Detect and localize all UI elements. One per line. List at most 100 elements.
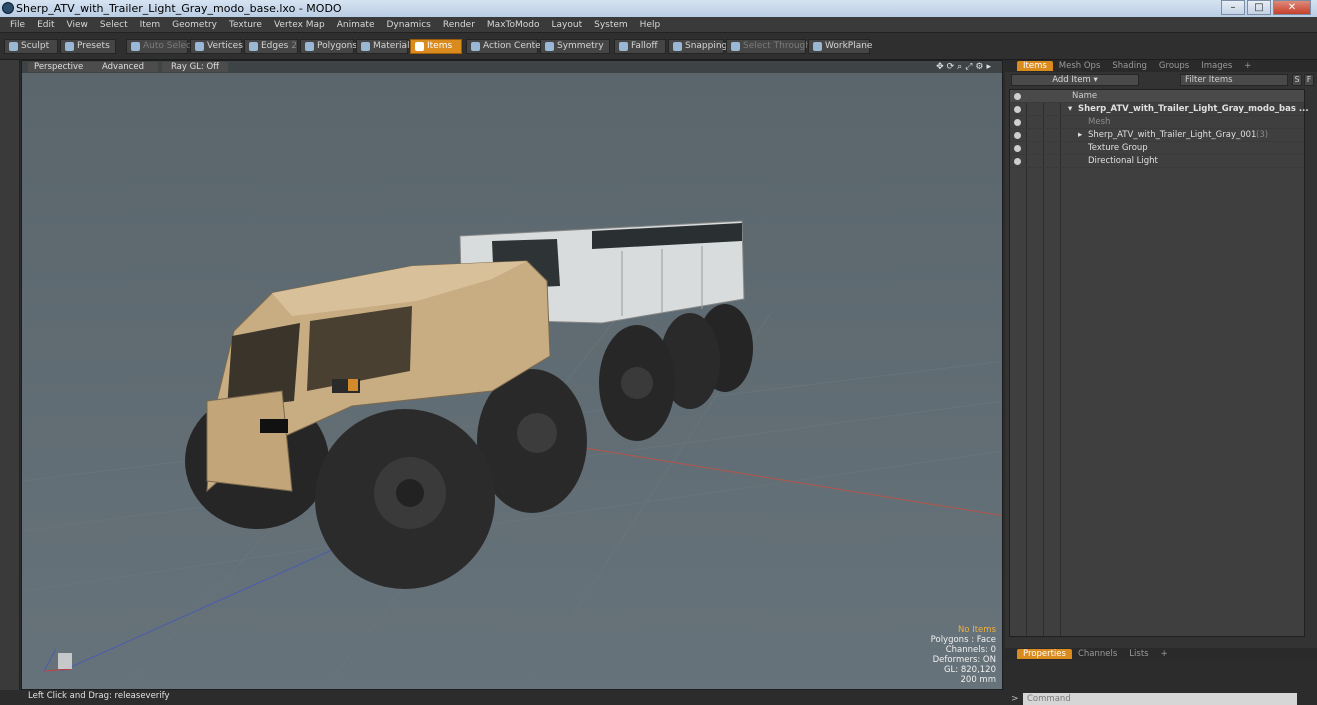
tree-row-texture-group[interactable]: Texture Group bbox=[1010, 142, 1304, 155]
tree-row-scene[interactable]: ▾ Sherp_ATV_with_Trailer_Light_Gray_modo… bbox=[1010, 103, 1309, 116]
tab-mesh-ops[interactable]: Mesh Ops bbox=[1053, 61, 1107, 71]
materials-button[interactable]: Materials bbox=[356, 39, 414, 54]
viewport-header: Perspective Advanced Ray GL: Off ✥⟳⌕⤢⚙▸ bbox=[22, 61, 1002, 73]
item-panel-tabs: Items Mesh Ops Shading Groups Images + bbox=[1005, 60, 1317, 72]
visibility-icon bbox=[1014, 93, 1021, 100]
sculpt-button[interactable]: Sculpt bbox=[4, 39, 58, 54]
menu-edit[interactable]: Edit bbox=[31, 20, 60, 30]
menu-vertex-map[interactable]: Vertex Map bbox=[268, 20, 331, 30]
properties-panel: Properties Channels Lists + > Command bbox=[1005, 648, 1317, 705]
item-list-header: Name bbox=[1010, 90, 1304, 103]
menu-animate[interactable]: Animate bbox=[331, 20, 381, 30]
menu-bar: File Edit View Select Item Geometry Text… bbox=[0, 17, 1317, 33]
action-center-button[interactable]: Action Center bbox=[466, 39, 544, 54]
hud-no-items: No Items bbox=[957, 625, 996, 635]
menu-geometry[interactable]: Geometry bbox=[166, 20, 223, 30]
title-bar: Sherp_ATV_with_Trailer_Light_Gray_modo_b… bbox=[0, 0, 1317, 17]
polygon-icon bbox=[305, 42, 314, 51]
menu-item[interactable]: Item bbox=[134, 20, 167, 30]
ray-gl-tab[interactable]: Ray GL: Off bbox=[162, 62, 228, 72]
select-through-icon bbox=[731, 42, 740, 51]
app-icon bbox=[2, 2, 14, 14]
menu-select[interactable]: Select bbox=[94, 20, 134, 30]
menu-render[interactable]: Render bbox=[437, 20, 481, 30]
expand-arrow-icon[interactable]: ▸ bbox=[1078, 129, 1082, 142]
menu-maxtomodo[interactable]: MaxToModo bbox=[481, 20, 546, 30]
action-center-icon bbox=[471, 42, 480, 51]
visibility-icon[interactable] bbox=[1014, 158, 1021, 165]
s-button[interactable]: S bbox=[1292, 74, 1302, 86]
tab-properties[interactable]: Properties bbox=[1017, 649, 1072, 659]
falloff-button[interactable]: Falloff bbox=[614, 39, 666, 54]
f-button[interactable]: F bbox=[1304, 74, 1314, 86]
status-bar: Left Click and Drag: releaseverify bbox=[0, 690, 1005, 705]
auto-select-icon bbox=[131, 42, 140, 51]
symmetry-icon bbox=[545, 42, 554, 51]
tab-items[interactable]: Items bbox=[1017, 61, 1053, 71]
add-tab-button[interactable]: + bbox=[1238, 61, 1257, 71]
menu-view[interactable]: View bbox=[61, 20, 94, 30]
chevron-down-icon: ▾ bbox=[1093, 75, 1098, 85]
tab-channels[interactable]: Channels bbox=[1072, 649, 1123, 659]
visibility-icon[interactable] bbox=[1014, 132, 1021, 139]
hud-scale: 200 mm bbox=[960, 675, 997, 685]
symmetry-button[interactable]: Symmetry bbox=[540, 39, 610, 54]
add-tab-button[interactable]: + bbox=[1155, 649, 1174, 659]
items-icon bbox=[415, 42, 424, 51]
properties-tabs: Properties Channels Lists + bbox=[1005, 648, 1317, 660]
vertices-button[interactable]: Vertices bbox=[190, 39, 243, 54]
advanced-tab[interactable]: Advanced bbox=[88, 62, 158, 72]
select-through-button[interactable]: Select Through bbox=[726, 39, 811, 54]
viewport-hud: No Items Polygons : Face Channels: 0 Def… bbox=[931, 625, 996, 685]
command-input[interactable]: Command bbox=[1023, 693, 1297, 705]
main-toolbar: Sculpt Presets Auto Select Vertices Edge… bbox=[0, 33, 1317, 60]
expand-arrow-icon[interactable]: ▾ bbox=[1068, 103, 1072, 116]
tab-lists[interactable]: Lists bbox=[1123, 649, 1154, 659]
presets-icon bbox=[65, 42, 74, 51]
tree-row-directional-light[interactable]: Directional Light bbox=[1010, 155, 1304, 168]
minimize-button[interactable]: – bbox=[1221, 0, 1245, 15]
visibility-icon[interactable] bbox=[1014, 119, 1021, 126]
brush-icon bbox=[9, 42, 18, 51]
item-list[interactable]: Name ▾ Sherp_ATV_with_Trailer_Light_Gray… bbox=[1009, 89, 1309, 638]
menu-layout[interactable]: Layout bbox=[546, 20, 589, 30]
maximize-button[interactable]: □ bbox=[1247, 0, 1271, 15]
close-button[interactable]: ✕ bbox=[1273, 0, 1311, 15]
items-button[interactable]: Items bbox=[410, 39, 462, 54]
command-prompt-icon: > bbox=[1011, 694, 1019, 704]
tab-groups[interactable]: Groups bbox=[1153, 61, 1195, 71]
window-title: Sherp_ATV_with_Trailer_Light_Gray_modo_b… bbox=[16, 2, 342, 15]
presets-button[interactable]: Presets bbox=[60, 39, 116, 54]
menu-system[interactable]: System bbox=[588, 20, 634, 30]
viewport-nav-icons[interactable]: ✥⟳⌕⤢⚙▸ bbox=[936, 62, 994, 72]
edges-button[interactable]: Edges 2 bbox=[244, 39, 298, 54]
snapping-button[interactable]: Snapping bbox=[668, 39, 727, 54]
menu-dynamics[interactable]: Dynamics bbox=[380, 20, 436, 30]
menu-file[interactable]: File bbox=[4, 20, 31, 30]
perspective-tab[interactable]: Perspective bbox=[28, 62, 90, 72]
menu-help[interactable]: Help bbox=[634, 20, 667, 30]
polygons-button[interactable]: Polygons bbox=[300, 39, 357, 54]
3d-viewport[interactable]: Perspective Advanced Ray GL: Off ✥⟳⌕⤢⚙▸ … bbox=[21, 60, 1003, 690]
hud-gl: GL: 820,120 bbox=[943, 665, 996, 675]
falloff-icon bbox=[619, 42, 628, 51]
workplane-icon bbox=[813, 42, 822, 51]
scene-render bbox=[22, 61, 1002, 689]
hud-channels: Channels: 0 bbox=[945, 645, 996, 655]
menu-texture[interactable]: Texture bbox=[223, 20, 268, 30]
status-text: Left Click and Drag: releaseverify bbox=[28, 691, 170, 701]
tab-images[interactable]: Images bbox=[1195, 61, 1238, 71]
material-icon bbox=[361, 42, 370, 51]
workplane-button[interactable]: WorkPlane bbox=[808, 39, 872, 54]
visibility-icon[interactable] bbox=[1014, 106, 1021, 113]
auto-select-button[interactable]: Auto Select bbox=[126, 39, 195, 54]
snapping-icon bbox=[673, 42, 682, 51]
tab-shading[interactable]: Shading bbox=[1106, 61, 1153, 71]
left-tool-strip[interactable] bbox=[0, 60, 20, 690]
visibility-icon[interactable] bbox=[1014, 145, 1021, 152]
add-item-dropdown[interactable]: Add Item ▾ bbox=[1011, 74, 1139, 86]
tree-row-group[interactable]: ▸ Sherp_ATV_with_Trailer_Light_Gray_001 … bbox=[1010, 129, 1304, 142]
tree-row-mesh[interactable]: Mesh bbox=[1010, 116, 1304, 129]
filter-items-input[interactable]: Filter Items bbox=[1180, 74, 1288, 86]
edge-icon bbox=[249, 42, 258, 51]
